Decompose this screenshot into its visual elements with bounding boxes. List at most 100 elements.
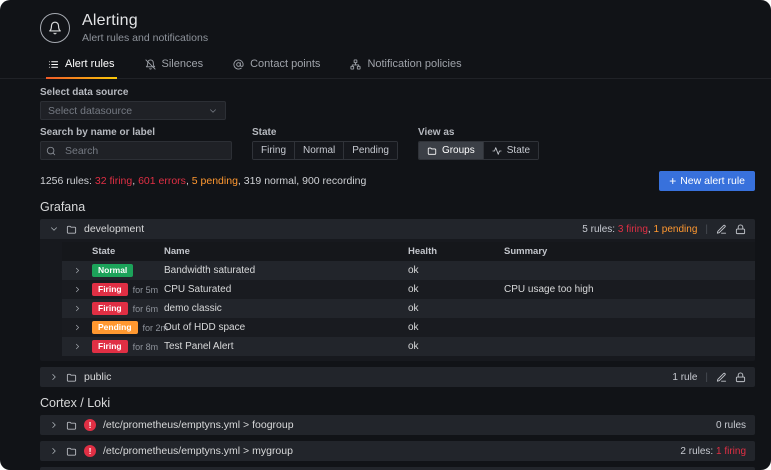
table-header: State Name Health Summary [62, 242, 755, 261]
group-name: public [84, 371, 111, 383]
page-title: Alerting [82, 12, 208, 30]
rule-health: ok [408, 265, 504, 276]
rule-group-public: public 1 rule | [40, 367, 755, 387]
lock-icon[interactable] [735, 372, 746, 383]
search-input[interactable] [40, 141, 232, 160]
summary-errors: 601 errors [138, 175, 186, 187]
divider: | [705, 224, 708, 235]
page-header: Alerting Alert rules and notifications [0, 0, 771, 48]
page-title-block: Alerting Alert rules and notifications [82, 12, 208, 44]
chevron-right-icon[interactable] [62, 342, 92, 351]
table-row[interactable]: Firingfor 5m CPU Saturated ok CPU usage … [62, 280, 755, 299]
lock-icon[interactable] [735, 224, 746, 235]
datasource-select[interactable]: Select datasource [40, 101, 226, 120]
chevron-right-icon[interactable] [49, 420, 59, 430]
group-header-public[interactable]: public 1 rule | [40, 367, 755, 387]
group-meta: 5 rules: 3 firing, 1 pending | [582, 224, 746, 235]
rule-health: ok [408, 284, 504, 295]
folder-icon [66, 372, 77, 383]
group-meta: 2 rules: 1 firing [680, 446, 746, 457]
state-duration: for 6m [133, 304, 159, 314]
table-row[interactable]: Normal Bandwidth saturated ok [62, 261, 755, 280]
chevron-right-icon[interactable] [49, 372, 59, 382]
folder-icon [66, 224, 77, 235]
rules-summary: 1256 rules: 32 firing, 601 errors, 5 pen… [40, 175, 366, 187]
filter-row: Search by name or label State Firing Nor… [40, 127, 755, 160]
state-duration: for 8m [133, 342, 159, 352]
rule-health: ok [408, 303, 504, 314]
tab-alert-rules[interactable]: Alert rules [46, 56, 117, 78]
table-row[interactable]: Firingfor 8m Test Panel Alert ok [62, 337, 755, 356]
tab-label: Notification policies [367, 58, 461, 70]
folder-icon [66, 446, 77, 457]
section-title-cortex-loki: Cortex / Loki [40, 396, 755, 410]
chevron-right-icon[interactable] [62, 304, 92, 313]
filter-panel: Select data source Select datasource Sea… [0, 79, 771, 160]
folder-icon [66, 420, 77, 431]
group-stats: 5 rules: 3 firing, 1 pending [582, 224, 697, 235]
rule-health: ok [408, 341, 504, 352]
summary-prefix: 1256 rules: [40, 175, 95, 187]
group-meta: 1 rule | [672, 372, 746, 383]
summary-firing: 32 firing [95, 175, 132, 187]
rule-name: demo classic [164, 303, 408, 314]
group-meta: 0 rules [716, 420, 746, 431]
alerting-page: Alerting Alert rules and notifications A… [0, 0, 771, 470]
view-option-groups[interactable]: Groups [419, 142, 484, 159]
new-alert-rule-label: New alert rule [680, 175, 745, 187]
rule-group-foogroup: ! /etc/prometheus/emptyns.yml > foogroup… [40, 415, 755, 435]
chevron-down-icon[interactable] [49, 224, 59, 234]
state-badge: Firing [92, 283, 128, 296]
view-as-filter: View as Groups State [418, 127, 539, 160]
rule-health: ok [408, 322, 504, 333]
group-header-mygroup[interactable]: ! /etc/prometheus/emptyns.yml > mygroup … [40, 441, 755, 461]
section-title-grafana: Grafana [40, 200, 755, 214]
group-body: State Name Health Summary Normal Bandwid… [40, 239, 755, 361]
list-icon [48, 59, 59, 70]
divider: | [705, 372, 708, 383]
chevron-right-icon[interactable] [49, 446, 59, 456]
group-header-foogroup[interactable]: ! /etc/prometheus/emptyns.yml > foogroup… [40, 415, 755, 435]
summary-pending: 5 pending [192, 175, 238, 187]
state-option-normal[interactable]: Normal [295, 142, 344, 159]
search-icon [46, 146, 56, 156]
tab-label: Contact points [250, 58, 320, 70]
page-subtitle: Alert rules and notifications [82, 32, 208, 44]
pencil-icon[interactable] [716, 372, 727, 383]
bell-slash-icon [145, 59, 156, 70]
rule-name: Bandwidth saturated [164, 265, 408, 276]
pencil-icon[interactable] [716, 224, 727, 235]
sitemap-icon [350, 59, 361, 70]
chevron-right-icon[interactable] [62, 285, 92, 294]
rule-name: Out of HDD space [164, 322, 408, 333]
datasource-filter: Select data source Select datasource [40, 87, 755, 120]
new-alert-rule-button[interactable]: + New alert rule [659, 171, 755, 191]
view-option-state[interactable]: State [484, 142, 538, 159]
group-name: /etc/prometheus/emptyns.yml > foogroup [103, 419, 294, 431]
tab-silences[interactable]: Silences [143, 56, 206, 78]
search-filter: Search by name or label [40, 127, 232, 160]
chevron-right-icon[interactable] [62, 266, 92, 275]
view-option-label: State [507, 145, 530, 156]
view-option-label: Groups [442, 145, 475, 156]
state-option-firing[interactable]: Firing [253, 142, 295, 159]
rule-name: Test Panel Alert [164, 341, 408, 352]
table-row[interactable]: Pendingfor 2m Out of HDD space ok [62, 318, 755, 337]
pulse-icon [492, 146, 502, 156]
group-stats: 0 rules [716, 420, 746, 431]
summary-suffix: , 319 normal, 900 recording [238, 175, 366, 187]
rules-list: Grafana development 5 rules: 3 firing, 1… [0, 200, 771, 470]
at-sign-icon [233, 59, 244, 70]
group-stats: 2 rules: 1 firing [680, 446, 746, 457]
datasource-label: Select data source [40, 87, 755, 98]
rule-name: CPU Saturated [164, 284, 408, 295]
group-header-development[interactable]: development 5 rules: 3 firing, 1 pending… [40, 219, 755, 239]
tab-notification-policies[interactable]: Notification policies [348, 56, 463, 78]
chevron-right-icon[interactable] [62, 323, 92, 332]
summary-row: 1256 rules: 32 firing, 601 errors, 5 pen… [0, 160, 771, 191]
tab-label: Silences [162, 58, 204, 70]
tab-contact-points[interactable]: Contact points [231, 56, 322, 78]
state-option-pending[interactable]: Pending [344, 142, 397, 159]
chevron-down-icon [208, 106, 218, 116]
table-row[interactable]: Firingfor 6m demo classic ok [62, 299, 755, 318]
